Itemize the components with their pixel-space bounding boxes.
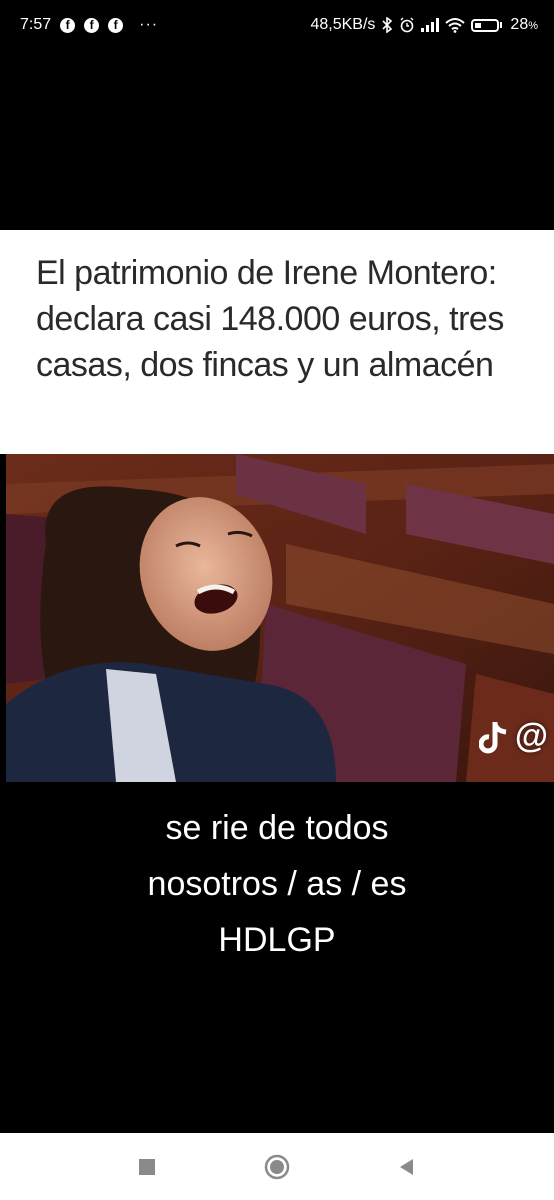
- photo-illustration: [6, 454, 554, 782]
- facebook-icon: f: [108, 17, 124, 33]
- more-notifications-icon: ···: [139, 16, 159, 33]
- recents-button[interactable]: [133, 1153, 161, 1181]
- tiktok-icon: [478, 721, 507, 753]
- battery-icon: [471, 18, 500, 32]
- headline-text: El patrimonio de Irene Montero: declara …: [36, 254, 504, 384]
- alarm-icon: [400, 17, 414, 33]
- navigation-bar: [0, 1133, 554, 1200]
- post-photo: @: [6, 454, 554, 782]
- tiktok-watermark: @: [478, 717, 548, 756]
- wifi-icon: [445, 18, 466, 33]
- battery-unit: %: [528, 20, 538, 32]
- status-time: 7:57: [20, 16, 52, 33]
- square-icon: [139, 1158, 155, 1175]
- facebook-icon: f: [60, 17, 76, 33]
- post-caption: se rie de todos nosotros / as / es HDLGP: [0, 800, 554, 968]
- battery-level: 28%: [510, 16, 538, 34]
- caption-line: se rie de todos: [165, 809, 389, 847]
- status-right: 48,5KB/s 28%: [310, 16, 538, 34]
- signal-icon: [421, 18, 440, 32]
- network-speed: 48,5KB/s: [310, 16, 376, 33]
- headline-card: El patrimonio de Irene Montero: declara …: [0, 230, 554, 454]
- circle-icon: [264, 1154, 290, 1179]
- facebook-icon: f: [84, 17, 100, 33]
- battery-percent: 28: [510, 16, 529, 33]
- battery-tip: [500, 22, 503, 28]
- caption-line: HDLGP: [218, 921, 336, 959]
- status-bar: 7:57 f f f ··· 48,5KB/s 28%: [0, 0, 554, 50]
- bluetooth-icon: [382, 17, 393, 33]
- status-left: 7:57 f f f ···: [20, 16, 158, 34]
- home-button[interactable]: [263, 1153, 291, 1181]
- caption-line: nosotros / as / es: [147, 865, 407, 903]
- back-triangle-icon: [400, 1158, 413, 1175]
- tiktok-handle: @: [514, 717, 548, 755]
- back-button[interactable]: [393, 1153, 421, 1181]
